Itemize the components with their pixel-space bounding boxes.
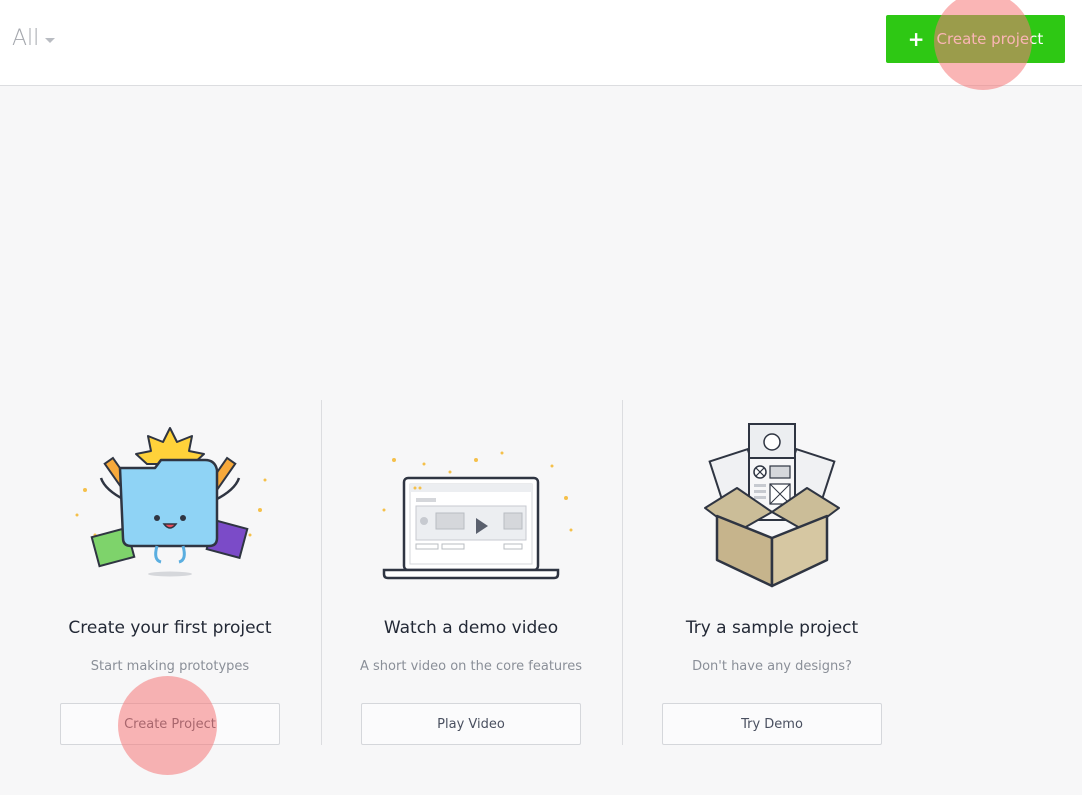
card-subtitle: Don't have any designs? [692,659,852,674]
filter-dropdown[interactable]: All [12,26,56,51]
card-title: Try a sample project [685,618,859,638]
card-subtitle: Start making prototypes [90,659,250,674]
filter-label: All [12,26,40,51]
sample-project-card: Try a sample project Don't have any desi… [622,400,922,745]
create-project-card: Create your first project Start making p… [20,400,320,745]
demo-video-card: Watch a demo video A short video on the … [321,400,621,745]
laptop-video-icon [382,451,573,580]
card-title: Watch a demo video [383,618,559,638]
plus-icon: + [907,27,925,51]
card-title: Create your first project [68,618,272,638]
create-project-button[interactable]: + Create project [886,15,1065,63]
create-project-label: Create project [936,30,1044,48]
try-demo-button[interactable]: Try Demo [662,703,882,745]
sample-box-icon [704,423,840,588]
card-subtitle: A short video on the core features [360,659,582,674]
top-bar: All + Create project [0,0,1082,86]
folder-mascot-icon [75,427,267,577]
play-video-button[interactable]: Play Video [361,703,581,745]
chevron-down-icon [45,38,56,43]
create-project-card-button[interactable]: Create Project [60,703,280,745]
